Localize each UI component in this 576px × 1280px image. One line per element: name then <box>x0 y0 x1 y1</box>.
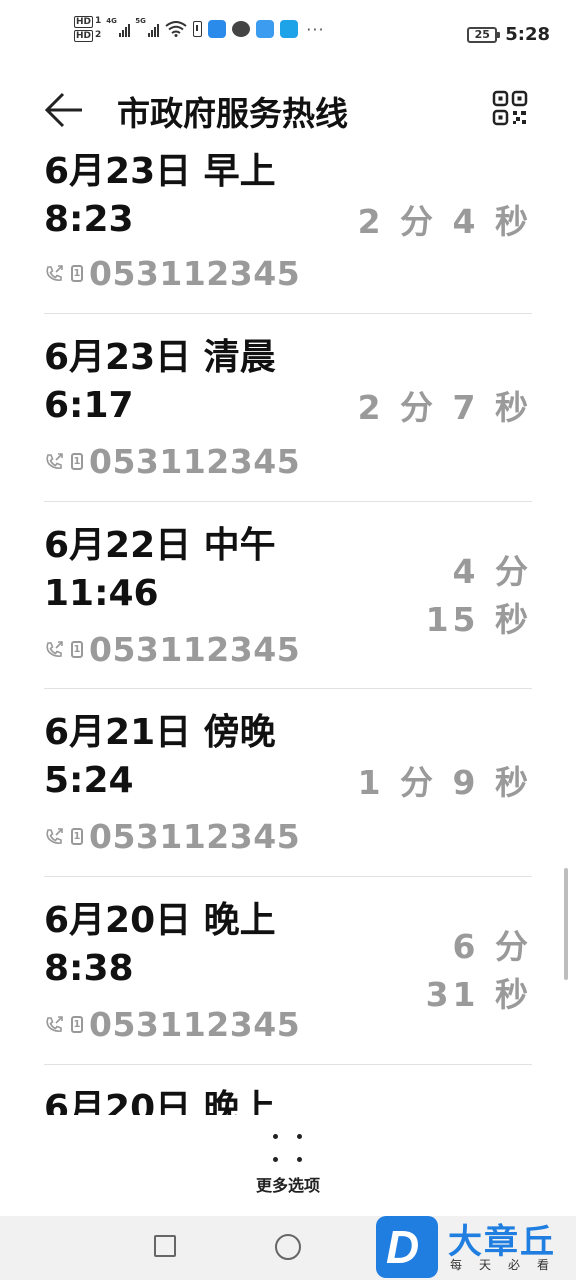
clock: 5:28 <box>505 24 550 45</box>
app-notification-icon <box>208 20 227 38</box>
call-number-line: 1 053112345 <box>44 442 300 481</box>
watermark-logo: D 大章丘 每天必看 <box>376 1212 576 1280</box>
call-entry[interactable]: 6月23日 清晨 6:17 2 分 7 秒 1 053112345 <box>0 314 576 501</box>
scrollbar[interactable] <box>564 868 568 980</box>
call-duration: 4 分 15 秒 <box>425 552 532 639</box>
call-number-line: 1 053112345 <box>44 1005 300 1044</box>
more-options-icon <box>270 1130 306 1166</box>
more-options-button[interactable]: 更多选项 <box>238 1130 338 1205</box>
page-title: 市政府服务热线 <box>117 94 348 133</box>
watermark-letter: D <box>386 1221 420 1273</box>
sim-card-icon: 1 <box>71 641 83 658</box>
phone-number: 053112345 <box>89 630 301 669</box>
hd-sim-2: 2 <box>95 30 102 40</box>
more-notifications-icon: ··· <box>306 19 325 39</box>
call-duration: 2 分 4 秒 <box>357 202 532 241</box>
status-icons-left: HD 1 HD 2 4G 5G ··· <box>74 16 325 42</box>
outgoing-call-icon <box>46 640 63 657</box>
call-entry[interactable]: 6月21日 傍晚 5:24 1 分 9 秒 1 053112345 <box>0 689 576 876</box>
call-duration: 2 分 7 秒 <box>357 388 532 427</box>
sim-card-icon: 1 <box>71 265 83 282</box>
hd-sim-1: 1 <box>95 16 102 26</box>
phone-number: 053112345 <box>89 817 301 856</box>
hd-indicators: HD 1 HD 2 <box>74 16 101 42</box>
back-arrow-icon[interactable] <box>42 88 86 132</box>
message-icon <box>232 21 251 37</box>
outgoing-call-icon <box>46 264 63 281</box>
call-entry[interactable]: 6月20日 晚上 8:38 6 分 31 秒 1 053112345 <box>0 877 576 1064</box>
phone-number: 053112345 <box>89 442 301 481</box>
signal-4g-icon: 4G <box>106 17 131 37</box>
phone-number: 053112345 <box>89 1005 301 1044</box>
cloud-icon <box>256 20 275 38</box>
hd-label-1: HD <box>74 16 94 28</box>
outgoing-call-icon <box>46 1015 63 1032</box>
call-date-time: 6月21日 傍晚 5:24 <box>44 712 276 801</box>
outgoing-call-icon <box>46 827 63 844</box>
call-date-time: 6月23日 清晨 6:17 <box>44 337 276 426</box>
call-entry[interactable]: 6月20日 晚上 <box>0 1065 576 1115</box>
sim-card-icon: 1 <box>71 453 83 470</box>
outgoing-call-icon <box>46 452 63 469</box>
title-bar: 市政府服务热线 <box>0 70 576 150</box>
call-date-time: 6月20日 晚上 8:38 <box>44 900 276 989</box>
watermark-d-icon: D <box>376 1216 438 1278</box>
search-app-icon <box>280 20 299 38</box>
signal-5g-icon: 5G <box>135 17 160 37</box>
call-duration: 6 分 31 秒 <box>425 927 532 1014</box>
call-number-line: 1 053112345 <box>44 817 300 856</box>
call-entry[interactable]: 6月23日 早上 8:23 2 分 4 秒 1 053112345 <box>0 150 576 313</box>
call-log-list[interactable]: 6月23日 早上 8:23 2 分 4 秒 1 053112345 6月23日 … <box>0 150 576 1115</box>
call-duration: 1 分 9 秒 <box>357 763 532 802</box>
hd-label-2: HD <box>74 30 94 42</box>
signal-5g-label: 5G <box>135 17 146 25</box>
sim-card-icon: 1 <box>71 1016 83 1033</box>
watermark-subtitle: 每天必看 <box>450 1258 567 1272</box>
wifi-icon <box>165 21 187 37</box>
signal-4g-label: 4G <box>106 17 117 25</box>
battery-icon: 25 <box>467 26 501 43</box>
call-date-time: 6月23日 早上 8:23 <box>44 151 276 240</box>
call-number-line: 1 053112345 <box>44 254 300 293</box>
call-date-time: 6月20日 晚上 <box>44 1088 276 1115</box>
phone-number: 053112345 <box>89 254 301 293</box>
qr-code-icon[interactable] <box>492 90 528 126</box>
more-options-label: 更多选项 <box>255 1176 320 1195</box>
battery-alert-icon <box>193 21 203 37</box>
status-bar: HD 1 HD 2 4G 5G ··· 25 5:28 <box>0 0 576 70</box>
call-number-line: 1 053112345 <box>44 630 300 669</box>
status-icons-right: 25 5:28 <box>467 24 550 45</box>
home-icon[interactable] <box>275 1234 301 1260</box>
call-entry[interactable]: 6月22日 中午 11:46 4 分 15 秒 1 053112345 <box>0 502 576 688</box>
call-date-time: 6月22日 中午 11:46 <box>44 525 276 614</box>
sim-card-icon: 1 <box>71 828 83 845</box>
recent-apps-icon[interactable] <box>154 1235 176 1257</box>
